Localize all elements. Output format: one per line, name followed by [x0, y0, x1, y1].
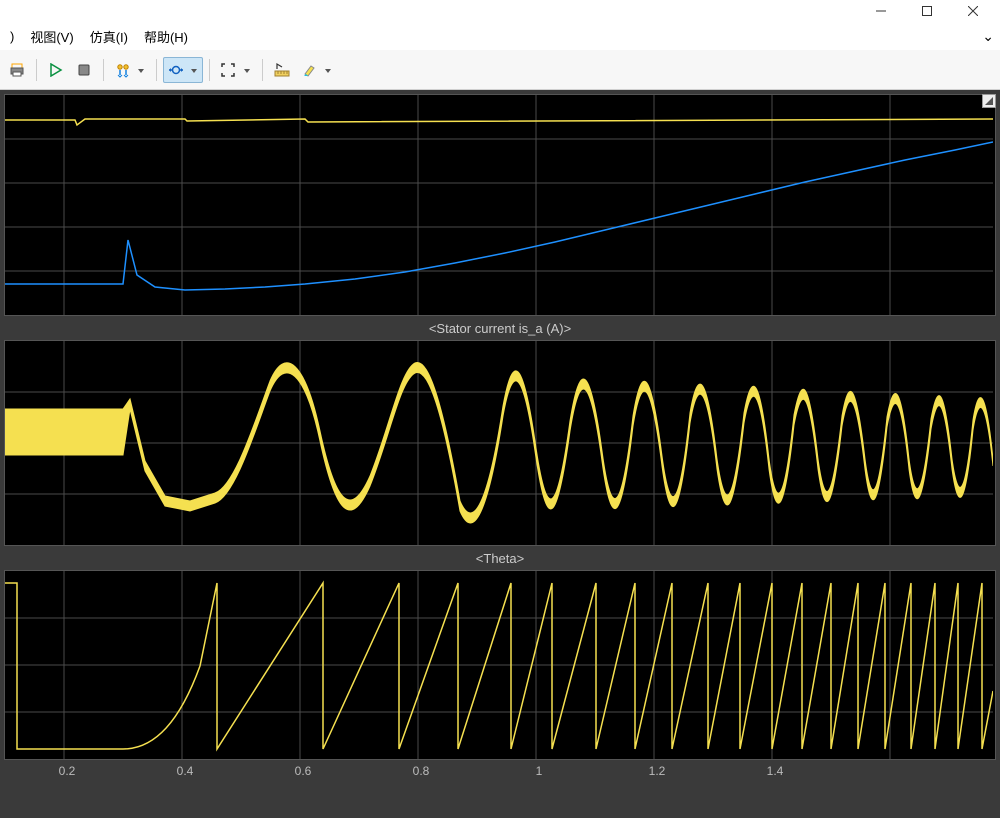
plot3-trace — [5, 583, 993, 749]
plot1-trace-blue — [5, 142, 993, 290]
ruler-button[interactable] — [269, 57, 295, 83]
xtick: 0.8 — [413, 764, 430, 778]
maximize-button[interactable] — [904, 0, 950, 22]
play-button[interactable] — [43, 57, 69, 83]
scope-area: <Stator current is_a (A)> <Theta> 0.2 0.… — [0, 90, 1000, 818]
toolbar-separator — [156, 59, 157, 81]
xtick: 1 — [536, 764, 543, 778]
menu-simulate[interactable]: 仿真(I) — [82, 23, 136, 50]
xtick: 1.2 — [649, 764, 666, 778]
toolbar — [0, 50, 1000, 90]
xtick: 0.2 — [59, 764, 76, 778]
plot1-trace-yellow — [5, 119, 993, 125]
xtick: 1.4 — [767, 764, 784, 778]
highlight-button[interactable] — [297, 57, 337, 83]
plot-1-svg — [5, 95, 993, 315]
plot-1[interactable] — [4, 94, 996, 316]
toolbar-separator — [103, 59, 104, 81]
menu-view[interactable]: 视图(V) — [22, 23, 81, 50]
menu-help[interactable]: 帮助(H) — [136, 23, 196, 50]
toolbar-separator — [209, 59, 210, 81]
step-forward-button[interactable] — [110, 57, 150, 83]
plot-3-title: <Theta> — [4, 548, 996, 570]
close-button[interactable] — [950, 0, 996, 22]
minimize-button[interactable] — [858, 0, 904, 22]
grid — [5, 95, 993, 315]
menubar: ) 视图(V) 仿真(I) 帮助(H) ⌄ — [0, 22, 1000, 50]
plot-3-svg — [5, 571, 993, 759]
toolbar-separator — [262, 59, 263, 81]
cursor-measure-button[interactable] — [163, 57, 203, 83]
layout-expand-icon[interactable] — [982, 94, 996, 108]
xtick: 0.4 — [177, 764, 194, 778]
xtick: 0.6 — [295, 764, 312, 778]
menu-dropdown-icon[interactable]: ⌄ — [982, 28, 994, 45]
menu-partial[interactable]: ) — [2, 25, 22, 48]
plot-3[interactable] — [4, 570, 996, 760]
print-button[interactable] — [4, 57, 30, 83]
x-axis: 0.2 0.4 0.6 0.8 1 1.2 1.4 — [4, 762, 996, 782]
zoom-fit-button[interactable] — [216, 57, 256, 83]
plot-2[interactable] — [4, 340, 996, 546]
plot-2-title: <Stator current is_a (A)> — [4, 318, 996, 340]
window-titlebar — [0, 0, 1000, 22]
toolbar-separator — [36, 59, 37, 81]
plot-2-svg — [5, 341, 993, 545]
plot2-initial-band — [5, 409, 123, 455]
stop-button[interactable] — [71, 57, 97, 83]
